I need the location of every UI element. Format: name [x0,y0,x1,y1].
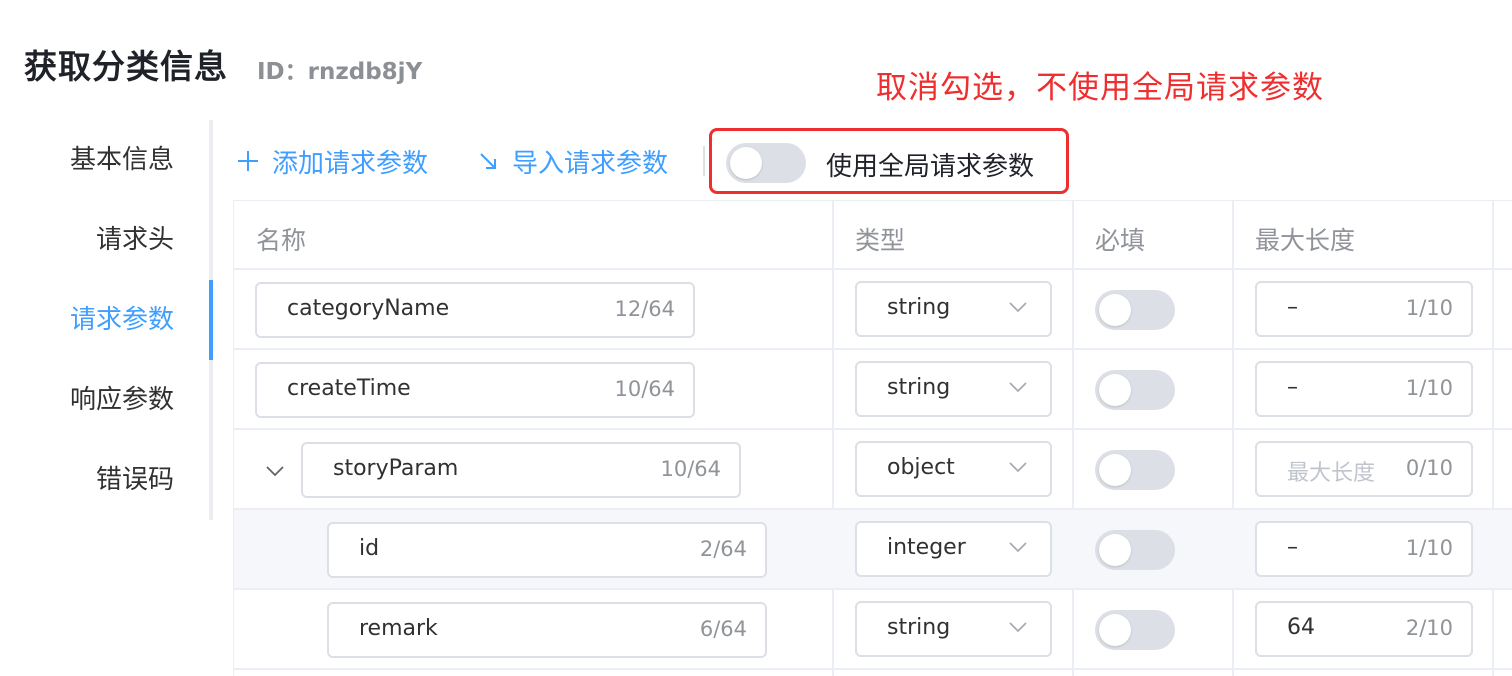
sidebar-item-error-codes[interactable]: 错误码 [96,440,174,520]
max-length-input[interactable]: – 1/10 [1255,521,1473,577]
arrow-down-right-icon [480,153,496,169]
param-name-value: storyParam [333,456,459,481]
max-length-input[interactable]: 最大长度 0/10 [1255,441,1473,497]
import-param-label: 导入请求参数 [512,148,669,179]
add-param-button[interactable]: 添加请求参数 [236,143,428,179]
max-length-value: – [1287,535,1298,560]
max-length-value: 64 [1287,615,1315,640]
chevron-down-icon [1009,382,1027,393]
max-length-input[interactable]: – 1/10 [1255,281,1473,337]
param-type-select[interactable]: string [855,361,1052,417]
table-row: createTime 10/64 string – 1/10 [234,350,1512,430]
param-name-value: remark [359,616,438,641]
char-counter: 12/64 [614,297,675,321]
table-row: id 2/64 integer – 1/10 [234,510,1512,590]
char-counter: 2/64 [699,537,747,561]
sidebar-item-response-params[interactable]: 响应参数 [70,360,174,440]
max-length-value: – [1287,375,1298,400]
toggle-knob [1099,614,1131,646]
char-counter: 6/64 [699,617,747,641]
add-param-label: 添加请求参数 [272,148,429,179]
required-toggle[interactable] [1095,530,1175,570]
param-name-value: categoryName [287,296,450,321]
char-counter: 1/10 [1405,376,1453,400]
max-length-value: – [1287,295,1298,320]
sidebar-nav: 基本信息 请求头 请求参数 响应参数 错误码 [0,120,214,520]
chevron-down-icon [1009,302,1027,313]
chevron-down-icon [1009,542,1027,553]
sidebar-item-request-headers[interactable]: 请求头 [96,200,174,280]
param-type-value: object [887,455,955,480]
sidebar-item-request-params[interactable]: 请求参数 [70,280,174,360]
max-length-placeholder: 最大长度 [1287,461,1376,486]
char-counter: 1/10 [1405,536,1453,560]
import-param-button[interactable]: 导入请求参数 [478,143,668,179]
toggle-knob [1099,534,1131,566]
param-name-input[interactable]: createTime 10/64 [255,362,695,418]
char-counter: 10/64 [614,377,675,401]
char-counter: 10/64 [660,457,721,481]
param-name-input[interactable]: categoryName 12/64 [255,282,695,338]
table-row: categoryName 12/64 string – 1/10 [234,270,1512,350]
plus-icon [238,151,258,171]
table-row: remark 6/64 string 64 2/10 [234,590,1512,670]
required-toggle[interactable] [1095,450,1175,490]
toggle-knob [1099,294,1131,326]
required-toggle[interactable] [1095,370,1175,410]
table-row: storyParam 10/64 object 最大长度 0/10 [234,430,1512,510]
chevron-down-icon [1009,622,1027,633]
param-type-select[interactable]: string [855,281,1052,337]
column-header-max-length: 最大长度 [1255,226,1356,255]
chevron-down-icon[interactable] [264,460,286,482]
param-type-select[interactable]: integer [855,521,1052,577]
column-header-type: 类型 [855,226,906,255]
param-name-input[interactable]: remark 6/64 [327,602,767,658]
chevron-down-icon [1009,462,1027,473]
row-divider [234,668,1512,670]
sidebar-item-basic-info[interactable]: 基本信息 [70,120,174,200]
column-header-name: 名称 [256,226,307,255]
global-params-toggle[interactable] [726,143,806,183]
max-length-input[interactable]: 64 2/10 [1255,601,1473,657]
global-params-toggle-label: 使用全局请求参数 [826,152,1035,182]
max-length-input[interactable]: – 1/10 [1255,361,1473,417]
required-toggle[interactable] [1095,290,1175,330]
char-counter: 1/10 [1405,296,1453,320]
page-title: 获取分类信息 [24,47,228,86]
toggle-knob [730,147,762,179]
toolbar-divider [703,146,705,176]
annotation-note: 取消勾选，不使用全局请求参数 [876,70,1324,106]
char-counter: 2/10 [1405,616,1453,640]
param-name-value: createTime [287,376,411,401]
char-counter: 0/10 [1405,456,1453,480]
param-type-value: string [887,615,951,640]
toggle-knob [1099,374,1131,406]
param-type-select[interactable]: string [855,601,1052,657]
param-type-select[interactable]: object [855,441,1052,497]
toggle-knob [1099,454,1131,486]
param-type-value: string [887,375,951,400]
params-table: 名称 类型 必填 最大长度 categoryName 12/64 string … [233,200,1512,676]
required-toggle[interactable] [1095,610,1175,650]
param-type-value: string [887,295,951,320]
param-name-input[interactable]: id 2/64 [327,522,767,578]
sidebar-active-indicator [209,280,213,360]
param-name-value: id [359,536,380,561]
interface-id: ID：rnzdb8jY [257,59,423,85]
param-name-input[interactable]: storyParam 10/64 [301,442,741,498]
param-type-value: integer [887,535,966,560]
column-header-required: 必填 [1095,226,1146,255]
